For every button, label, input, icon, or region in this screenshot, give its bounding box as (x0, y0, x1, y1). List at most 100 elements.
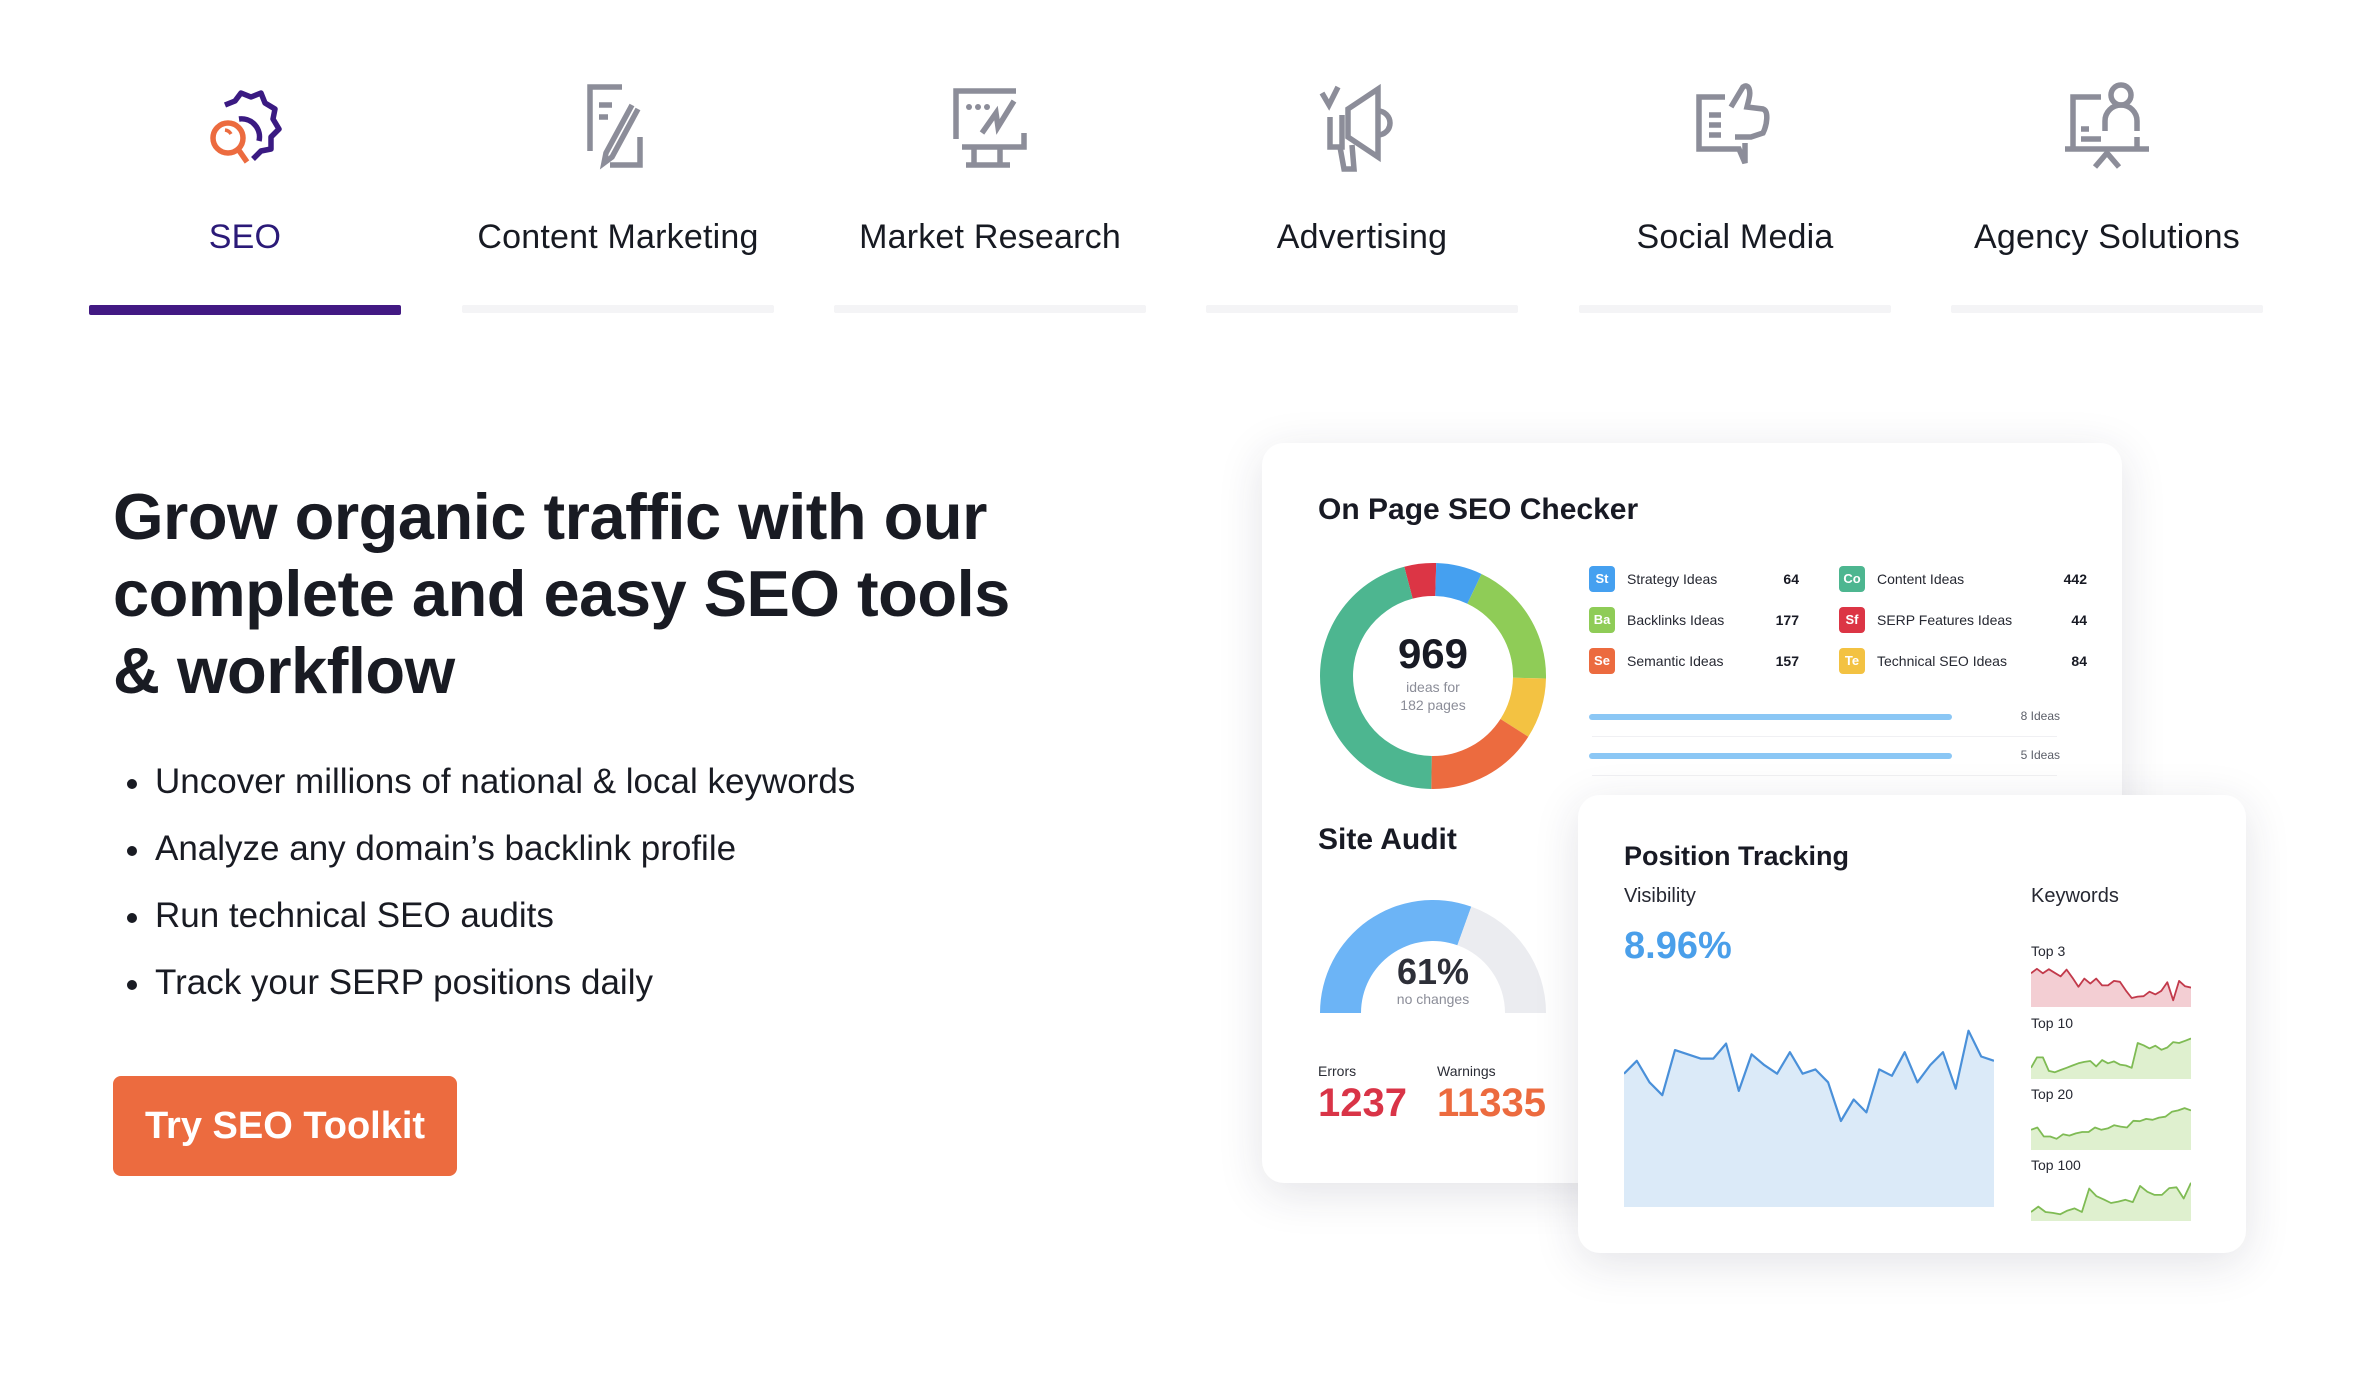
legend-value: 442 (2063, 571, 2087, 587)
backlinks-badge-icon: Ba (1589, 607, 1615, 633)
divider (1592, 775, 2057, 776)
tab-label: Market Research (859, 218, 1121, 256)
audit-percent: 61% (1396, 951, 1470, 992)
megaphone-icon (1319, 83, 1393, 172)
legend-item-semantic: Se Semantic Ideas 157 (1589, 646, 1829, 676)
product-tabs: SEO Content Marketing Market Research Ad… (89, 0, 2269, 320)
position-tracking-card: Position Tracking Visibility 8.96% Keywo… (1578, 795, 2246, 1253)
ideas-progress-bar (1589, 714, 1952, 720)
legend-value: 44 (2071, 612, 2087, 628)
tab-label: Content Marketing (477, 218, 759, 256)
tab-label: Social Media (1636, 218, 1834, 256)
tab-agency-solutions[interactable]: Agency Solutions (1951, 0, 2263, 318)
feature-item: Run technical SEO audits (125, 896, 855, 963)
total-ideas: 969 (1397, 630, 1469, 677)
warnings-label: Warnings (1437, 1063, 1496, 1079)
legend-name: SERP Features Ideas (1877, 612, 2013, 628)
area-fill (2031, 1182, 2191, 1221)
tab-advertising[interactable]: Advertising (1206, 0, 1518, 318)
serp-badge-icon: Sf (1839, 607, 1865, 633)
legend-name: Content Ideas (1877, 571, 1965, 587)
top20-sparkline (2031, 1107, 2191, 1150)
visibility-value: 8.96% (1624, 925, 1732, 967)
legend-item-content: Co Content Ideas 442 (1839, 564, 2087, 594)
top10-label: Top 10 (2031, 1015, 2074, 1031)
top3-label: Top 3 (2031, 943, 2066, 959)
feature-text: Track your SERP positions daily (155, 963, 653, 1002)
legend-value: 157 (1775, 653, 1799, 669)
tab-label: Advertising (1276, 218, 1448, 256)
feature-item: Uncover millions of national & local key… (125, 762, 855, 829)
bullet-icon (127, 846, 137, 856)
presenter-board-icon (2065, 82, 2149, 169)
bullet-icon (127, 913, 137, 923)
tab-indicator (89, 305, 401, 315)
tab-indicator (1579, 305, 1891, 313)
seo-gear-magnifier-icon (210, 90, 282, 164)
position-tracking-title: Position Tracking (1624, 841, 1850, 871)
feature-text: Analyze any domain’s backlink profile (155, 829, 737, 868)
market-monitor-chart-icon (953, 88, 1027, 168)
on-page-title: On Page SEO Checker (1318, 493, 1639, 526)
tab-indicator (1206, 305, 1518, 313)
content-badge-icon: Co (1839, 566, 1865, 592)
strategy-badge-icon: St (1589, 566, 1615, 592)
legend-name: Strategy Ideas (1627, 571, 1718, 587)
feature-text: Uncover millions of national & local key… (155, 762, 856, 801)
area-fill (2031, 968, 2191, 1007)
ideas-sub-2: 182 pages (1400, 697, 1466, 713)
content-edit-icon (587, 84, 643, 170)
thumbs-up-chat-icon (1696, 83, 1770, 165)
ideas-sub-1: ideas for (1406, 679, 1460, 695)
hero-title: Grow organic traffic with our complete a… (113, 480, 1010, 707)
legend-name: Technical SEO Ideas (1877, 653, 2007, 669)
site-audit-title: Site Audit (1318, 823, 1457, 856)
legend-item-strategy: St Strategy Ideas 64 (1589, 564, 1829, 594)
try-seo-toolkit-button[interactable]: Try SEO Toolkit (113, 1076, 457, 1176)
legend-item-serp: Sf SERP Features Ideas 44 (1839, 605, 2087, 635)
visibility-label: Visibility (1624, 885, 1696, 907)
ideas-donut-chart: 969 ideas for 182 pages (1318, 561, 1548, 791)
legend-name: Semantic Ideas (1627, 653, 1724, 669)
top3-sparkline (2031, 967, 2191, 1007)
top100-label: Top 100 (2031, 1157, 2081, 1173)
tab-seo[interactable]: SEO (89, 0, 401, 318)
tab-indicator (462, 305, 774, 313)
legend-item-technical: Te Technical SEO Ideas 84 (1839, 646, 2087, 676)
feature-list: Uncover millions of national & local key… (125, 762, 855, 1030)
ideas-count: 5 Ideas (2020, 748, 2060, 762)
feature-item: Track your SERP positions daily (125, 963, 855, 1030)
semantic-badge-icon: Se (1589, 648, 1615, 674)
tab-indicator (834, 305, 1146, 313)
tab-content-marketing[interactable]: Content Marketing (462, 0, 774, 318)
top10-sparkline (2031, 1037, 2191, 1079)
top100-sparkline (2031, 1182, 2191, 1221)
errors-label: Errors (1318, 1063, 1357, 1079)
visibility-chart (1624, 1029, 1994, 1207)
bullet-icon (127, 980, 137, 990)
tab-market-research[interactable]: Market Research (834, 0, 1146, 318)
bullet-icon (127, 779, 137, 789)
warnings-value: 11335 (1437, 1081, 1547, 1125)
legend-item-backlinks: Ba Backlinks Ideas 177 (1589, 605, 1829, 635)
legend-value: 64 (1783, 571, 1799, 587)
donut-slice-semantic-ideas (1431, 718, 1529, 789)
errors-value: 1237 (1318, 1081, 1407, 1125)
tab-label: Agency Solutions (1974, 218, 2240, 256)
legend-value: 84 (2071, 653, 2087, 669)
feature-item: Analyze any domain’s backlink profile (125, 829, 855, 896)
tab-indicator (1951, 305, 2263, 313)
ideas-count: 8 Ideas (2020, 709, 2060, 723)
legend-value: 177 (1775, 612, 1799, 628)
divider (1592, 736, 2057, 737)
audit-sub: no changes (1396, 991, 1470, 1007)
legend-name: Backlinks Ideas (1627, 612, 1725, 628)
site-audit-gauge: 61% no changes (1318, 883, 1548, 1013)
keywords-label: Keywords (2031, 885, 2119, 907)
top20-label: Top 20 (2031, 1086, 2074, 1102)
technical-badge-icon: Te (1839, 648, 1865, 674)
feature-text: Run technical SEO audits (155, 896, 554, 935)
tab-social-media[interactable]: Social Media (1579, 0, 1891, 318)
ideas-progress-bar (1589, 753, 1952, 759)
tab-label: SEO (208, 218, 282, 256)
